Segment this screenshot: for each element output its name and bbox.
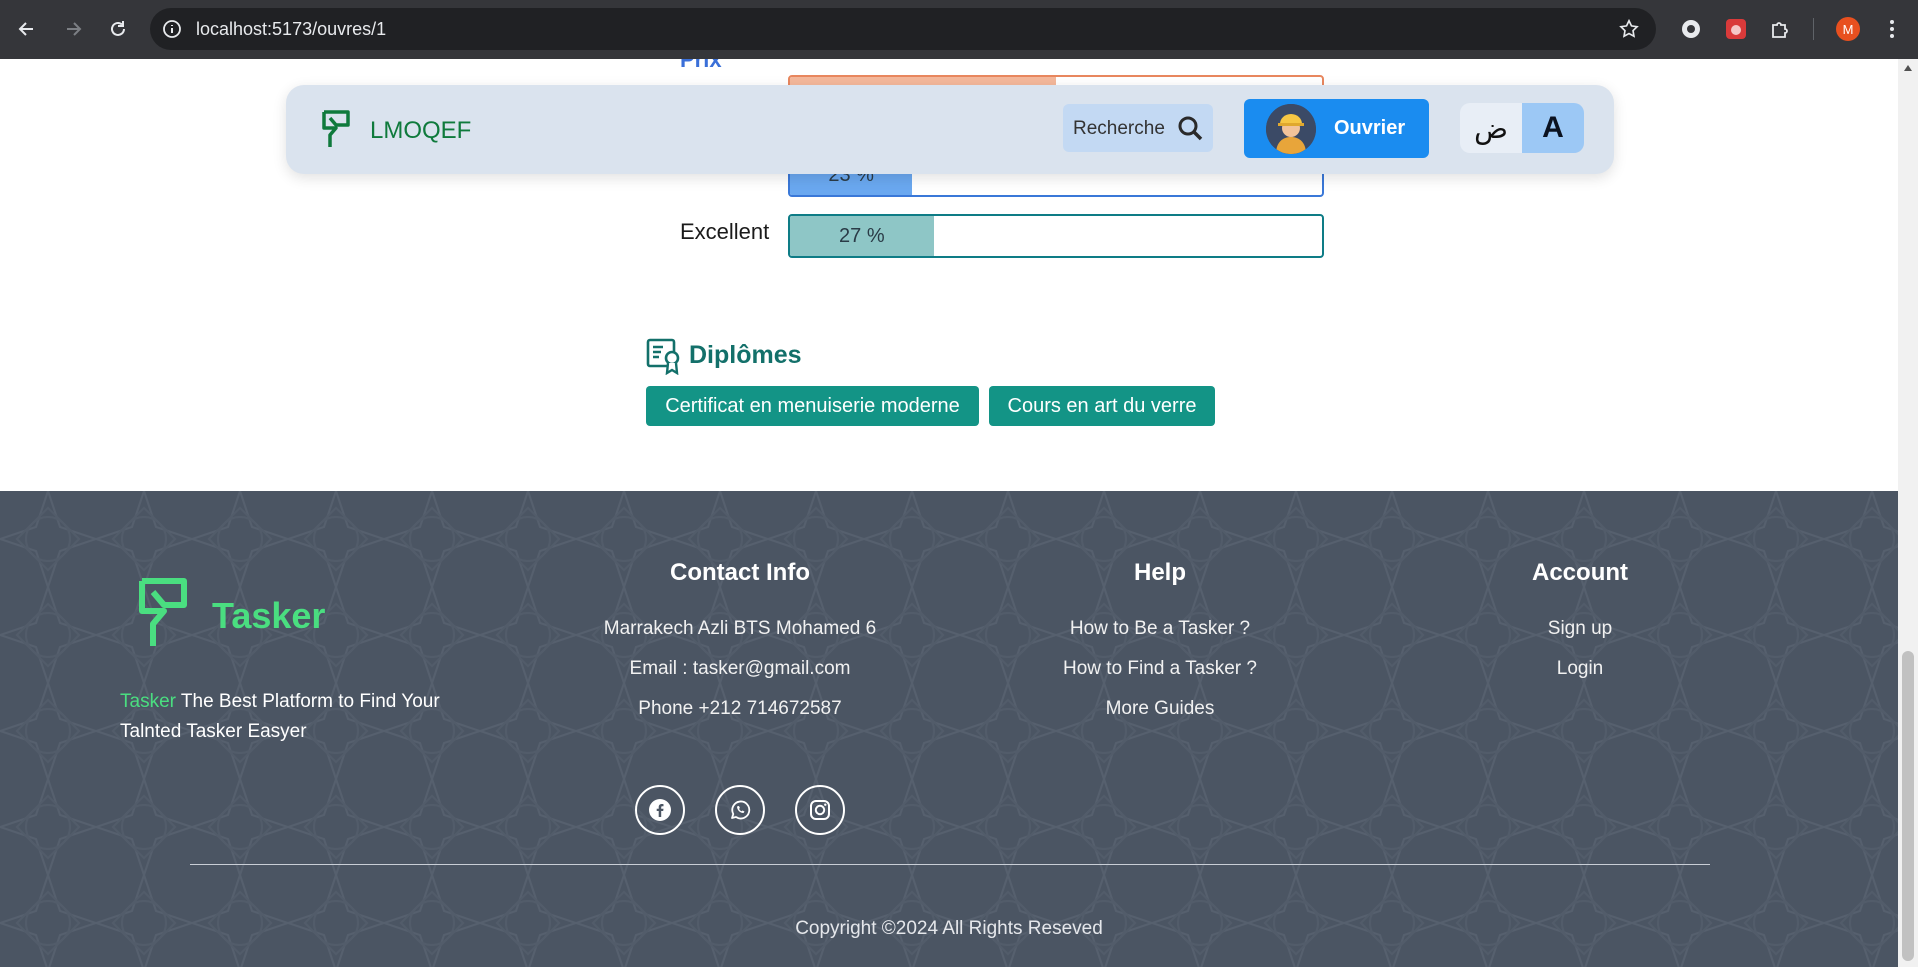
address-bar[interactable]: localhost:5173/ouvres/1 — [150, 8, 1656, 50]
search-label: Recherche — [1073, 118, 1165, 139]
extension-button[interactable] — [1679, 17, 1703, 41]
page-scrollbar[interactable] — [1898, 59, 1918, 967]
help-link[interactable]: More Guides — [1010, 689, 1310, 729]
extensions-menu-button[interactable] — [1768, 17, 1792, 41]
tagline-highlight: Tasker — [120, 691, 176, 712]
diploma-badge[interactable]: Cours en art du verre — [989, 386, 1215, 426]
rating-bar-excellent: 27 % — [788, 214, 1324, 258]
search-button[interactable]: Recherche — [1063, 104, 1213, 152]
contact-email[interactable]: Email : tasker@gmail.com — [580, 649, 900, 689]
forward-button[interactable] — [58, 14, 88, 44]
footer-contact-column: Contact Info Marrakech Azli BTS Mohamed … — [580, 559, 900, 729]
site-footer: Tasker Tasker The Best Platform to Find … — [0, 491, 1898, 967]
more-vertical-icon — [1890, 20, 1894, 38]
whatsapp-link[interactable] — [715, 785, 765, 835]
help-link[interactable]: How to Find a Tasker ? — [1010, 649, 1310, 689]
language-switcher: ض A — [1460, 103, 1584, 153]
profile-avatar[interactable]: M — [1836, 17, 1860, 41]
contact-address: Marrakech Azli BTS Mohamed 6 — [603, 618, 877, 639]
reload-button[interactable] — [103, 14, 133, 44]
footer-brand-name[interactable]: Tasker — [212, 595, 325, 637]
arrow-right-icon — [67, 22, 82, 36]
browser-toolbar: localhost:5173/ouvres/1 M — [0, 0, 1918, 59]
arrow-left-icon — [18, 22, 33, 36]
whatsapp-icon — [731, 800, 751, 820]
extension-circle-icon — [1682, 20, 1700, 38]
puzzle-icon — [1772, 22, 1788, 38]
rating-label-excellent: Excellent — [680, 219, 770, 244]
account-heading: Account — [1532, 559, 1628, 586]
search-icon — [1178, 116, 1203, 141]
footer-help-column: Help How to Be a Tasker ? How to Find a … — [1010, 559, 1310, 729]
help-heading: Help — [1133, 559, 1186, 586]
app-header: LMOQEF Recherche Ouvrier ض A — [286, 85, 1614, 174]
user-role-label: Ouvrier — [1334, 117, 1406, 139]
url-text[interactable]: localhost:5173/ouvres/1 — [196, 19, 386, 40]
brand-name[interactable]: LMOQEF — [370, 117, 471, 145]
site-info-icon[interactable] — [162, 19, 182, 39]
contact-heading: Contact Info — [670, 559, 810, 586]
login-link[interactable]: Login — [1430, 649, 1730, 689]
page-viewport: Prix 23 % Excellent 27 % LMOQEF Recherch… — [0, 59, 1898, 967]
facebook-link[interactable] — [635, 785, 685, 835]
help-link[interactable]: How to Be a Tasker ? — [1010, 609, 1310, 649]
instagram-link[interactable] — [795, 785, 845, 835]
diplomas-title: Diplômes — [689, 341, 802, 369]
lang-french-button[interactable]: A — [1522, 103, 1584, 153]
user-role-button[interactable]: Ouvrier — [1244, 99, 1429, 158]
signup-link[interactable]: Sign up — [1430, 609, 1730, 649]
instagram-icon — [810, 800, 830, 820]
browser-menu-button[interactable] — [1880, 17, 1904, 41]
back-button[interactable] — [12, 14, 42, 44]
avatar — [1266, 104, 1316, 154]
scroll-up-arrow-icon[interactable] — [1904, 65, 1912, 71]
facebook-icon — [649, 799, 671, 821]
copyright-text: Copyright ©2024 All Rights Reseved — [795, 918, 1103, 939]
social-links — [635, 785, 845, 835]
rating-label-prix: Prix — [680, 59, 722, 72]
brand-logo-icon[interactable] — [320, 109, 352, 151]
reload-icon — [111, 21, 125, 36]
worker-avatar-icon — [1266, 104, 1316, 154]
extension-button[interactable] — [1724, 17, 1748, 41]
lang-arabic-button[interactable]: ض — [1460, 103, 1522, 153]
bookmark-star-icon[interactable] — [1618, 18, 1640, 40]
rating-bar-fill: 27 % — [790, 216, 934, 256]
scrollbar-thumb[interactable] — [1902, 651, 1914, 961]
diploma-badge[interactable]: Certificat en menuiserie moderne — [646, 386, 979, 426]
footer-account-column: Account Sign up Login — [1430, 559, 1730, 689]
toolbar-separator — [1813, 18, 1814, 40]
footer-tagline: Tasker The Best Platform to Find Your Ta… — [120, 687, 440, 747]
certificate-icon — [646, 338, 680, 375]
tasker-logo-icon[interactable] — [136, 576, 190, 652]
contact-phone[interactable]: Phone +212 714672587 — [580, 689, 900, 729]
bug-extension-icon — [1726, 19, 1746, 39]
footer-divider — [190, 864, 1710, 865]
